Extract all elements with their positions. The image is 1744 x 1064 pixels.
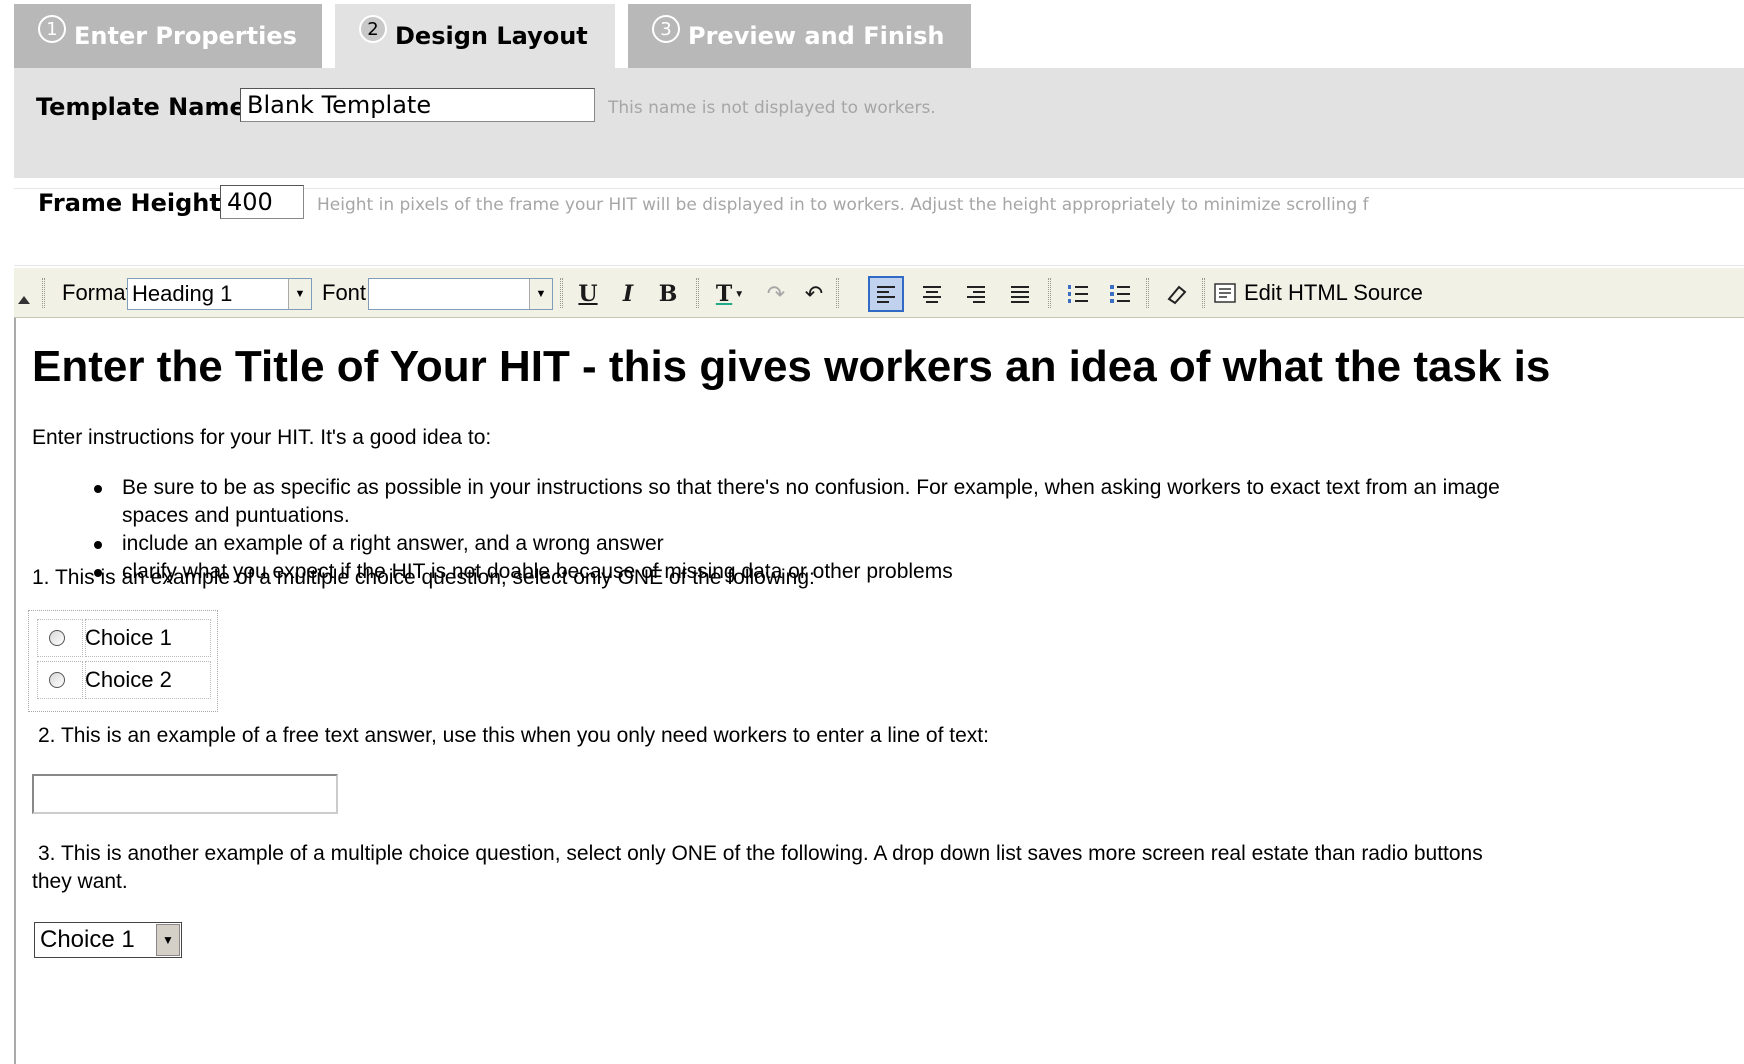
template-name-hint: This name is not displayed to workers. [608,98,936,118]
edit-html-source-label: Edit HTML Source [1244,280,1423,305]
wizard-tabs: 1 Enter Properties 2 Design Layout 3 Pre… [14,4,984,68]
radio-option-1[interactable]: Choice 1 [37,619,211,657]
eraser-icon[interactable] [1158,276,1194,312]
bold-button[interactable]: B [650,276,686,312]
toolbar-separator [1146,278,1149,308]
align-right-icon[interactable] [958,276,994,312]
tab-design-layout[interactable]: 2 Design Layout [335,4,615,68]
question-3-continued: they want. [32,870,128,893]
italic-button[interactable]: I [610,276,646,312]
frame-height-input[interactable] [220,185,304,219]
step-number-badge: 1 [38,15,66,43]
free-text-answer-input[interactable] [32,774,338,814]
align-justify-icon[interactable] [1002,276,1038,312]
tab-enter-properties[interactable]: 1 Enter Properties [14,4,322,68]
list-item-text-continued: spaces and puntuations. [122,504,350,527]
list-item-text: Be sure to be as specific as possible in… [122,476,1500,499]
toolbar-separator [42,278,45,308]
font-select[interactable]: ▼ [368,278,553,310]
choice-radio-group: Choice 1 Choice 2 [28,610,218,712]
question-1: 1. This is an example of a multiple choi… [32,566,815,589]
toolbar-separator [1202,278,1205,308]
list-item: include an example of a right answer, an… [32,530,1500,558]
question-3: 3. This is another example of a multiple… [38,842,1483,865]
toolbar-separator [696,278,699,308]
chevron-down-icon[interactable]: ▼ [156,924,180,956]
dropdown-value: Choice 1 [40,926,135,953]
underline-button[interactable]: U [570,276,606,312]
chevron-down-icon[interactable]: ▼ [288,279,311,309]
font-label: Font [322,280,367,305]
tab-label: Enter Properties [74,22,297,50]
undo-icon[interactable]: ↶ [796,276,832,312]
chevron-down-icon[interactable]: ▼ [529,279,552,309]
step-number-badge: 2 [359,15,387,43]
format-select[interactable]: Heading 1 ▼ [127,278,312,310]
toolbar-separator [836,278,839,308]
text-color-icon: T [715,281,733,307]
bulleted-list-icon[interactable] [1102,276,1138,312]
toolbar-separator [560,278,563,308]
radio-option-2[interactable]: Choice 2 [37,661,211,699]
chevron-down-icon: ▼ [734,288,745,300]
editor-content[interactable]: Enter the Title of Your HIT - this gives… [14,318,1744,1064]
frame-height-hint: Height in pixels of the frame your HIT w… [317,195,1369,215]
format-value: Heading 1 [132,281,233,306]
redo-icon[interactable]: ↷ [758,276,794,312]
tab-label: Preview and Finish [688,22,945,50]
template-name-input[interactable] [240,88,595,122]
tab-label: Design Layout [395,22,588,50]
list-item-text: include an example of a right answer, an… [122,532,664,555]
page: 1 Enter Properties 2 Design Layout 3 Pre… [0,0,1744,1064]
toolbar-separator [1048,278,1051,308]
list-item: Be sure to be as specific as possible in… [32,474,1500,530]
tab-preview-and-finish[interactable]: 3 Preview and Finish [628,4,971,68]
collapse-toolbar-icon[interactable] [18,296,30,304]
hit-title: Enter the Title of Your HIT - this gives… [32,342,1551,391]
frame-height-label: Frame Height [38,189,221,217]
choice-dropdown[interactable]: Choice 1 ▼ [34,922,182,958]
html-source-icon [1214,283,1236,303]
format-label: Format [62,280,132,305]
editor-toolbar: Format Heading 1 ▼ Font ▼ U I B T ▼ ↷ ↶ [14,268,1744,318]
align-left-icon[interactable] [868,276,904,312]
edit-html-source-button[interactable]: Edit HTML Source [1214,268,1423,318]
frame-height-section: Frame Height Height in pixels of the fra… [14,185,1744,266]
align-center-icon[interactable] [914,276,950,312]
template-name-section: Template Name: This name is not displaye… [14,68,1744,178]
template-name-label: Template Name: [36,93,256,121]
step-number-badge: 3 [652,15,680,43]
instructions-intro: Enter instructions for your HIT. It's a … [32,426,492,449]
question-2: 2. This is an example of a free text ans… [38,724,989,747]
text-color-button[interactable]: T ▼ [708,276,752,312]
ordered-list-icon[interactable] [1060,276,1096,312]
